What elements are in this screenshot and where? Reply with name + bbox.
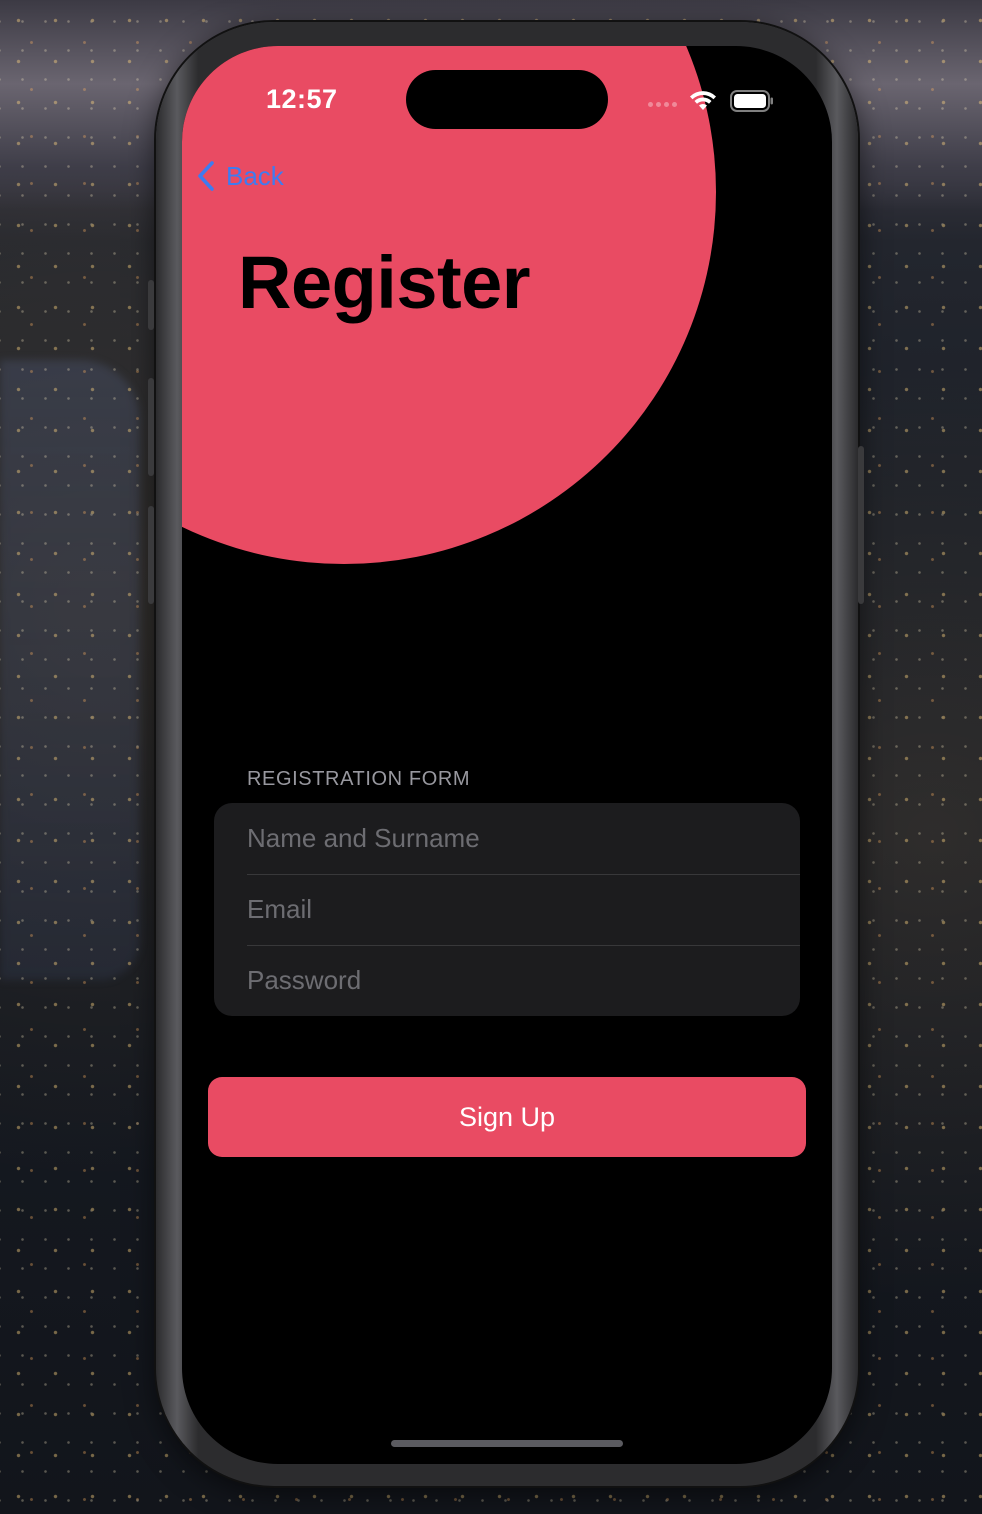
wifi-icon: [690, 91, 716, 110]
password-input[interactable]: [247, 965, 767, 996]
page-title: Register: [238, 241, 531, 324]
volume-up-button: [148, 378, 154, 476]
battery-icon: [730, 90, 773, 112]
name-input[interactable]: [247, 823, 767, 854]
status-time: 12:57: [266, 84, 338, 114]
power-button: [858, 446, 864, 604]
name-field-row: [214, 803, 800, 874]
form-section-label: REGISTRATION FORM: [247, 768, 471, 790]
registration-form: [214, 803, 800, 1016]
back-button[interactable]: Back: [196, 158, 284, 194]
app-screen: 12:57 Back Register REGISTRATION FORM Si…: [182, 46, 832, 1464]
action-button: [148, 280, 154, 330]
home-indicator[interactable]: [391, 1440, 623, 1447]
chevron-left-icon: [198, 161, 214, 191]
email-field-row: [214, 874, 800, 945]
sign-up-button[interactable]: Sign Up: [208, 1077, 806, 1157]
password-field-row: [214, 945, 800, 1016]
email-input[interactable]: [247, 894, 767, 925]
cellular-signal-icon: [648, 102, 680, 108]
back-label: Back: [226, 160, 284, 191]
dynamic-island: [406, 70, 608, 129]
volume-down-button: [148, 506, 154, 604]
